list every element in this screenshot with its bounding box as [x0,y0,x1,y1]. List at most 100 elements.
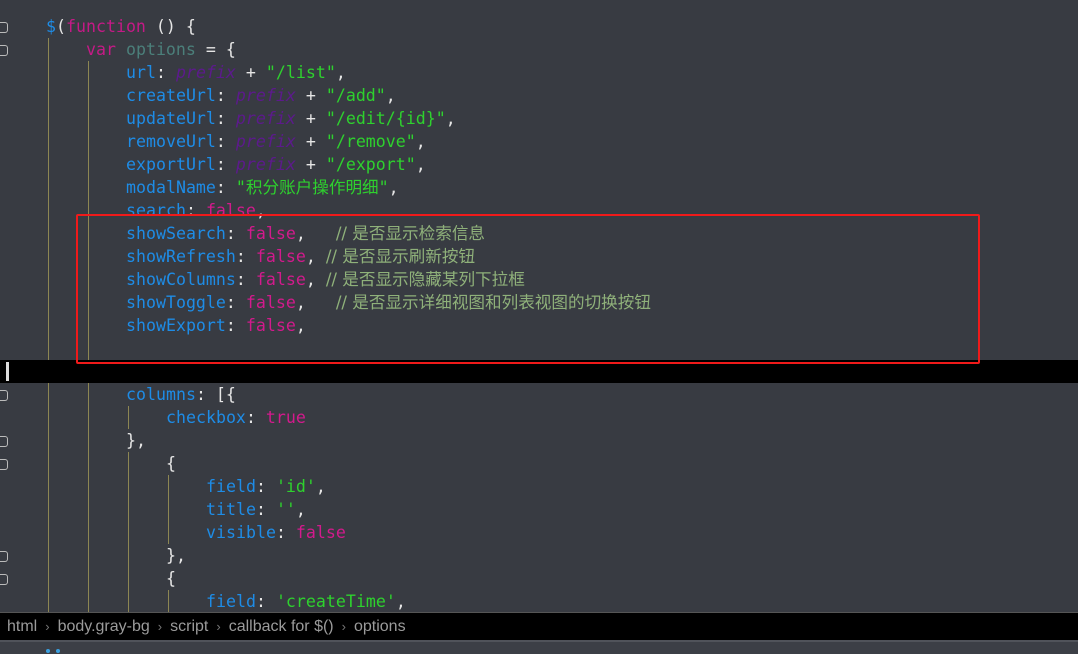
breadcrumb-item[interactable]: callback for $() [229,618,334,635]
indent-guide [48,107,49,130]
token-punctuation: , [315,477,326,496]
indent-guide [88,107,89,130]
token-property: createUrl [126,86,216,105]
breadcrumb-item[interactable]: options [354,618,406,635]
fold-icon[interactable] [0,436,8,447]
fold-icon[interactable] [0,459,8,470]
code-line[interactable]: showColumns: false, // 是否显示隐藏某列下拉框 [0,268,1078,291]
token-variable: prefix [175,63,236,82]
fold-icon[interactable] [0,390,8,401]
fold-icon[interactable] [0,551,8,562]
indent-guide [168,475,169,498]
code-line[interactable]: showRefresh: false, // 是否显示刷新按钮 [0,245,1078,268]
token-literal: false [205,201,256,220]
indent-guide [48,61,49,84]
token-property: visible [206,523,276,542]
code-line[interactable]: }, [0,429,1078,452]
token-punctuation: , [295,293,336,312]
code-line[interactable]: { [0,452,1078,475]
token-punctuation: , [415,155,426,174]
code-line[interactable]: { [0,567,1078,590]
breadcrumb: html › body.gray-bg › script › callback for $(… [0,612,1078,640]
code-line[interactable]: field: 'id', [0,475,1078,498]
code-editor[interactable]: $(function () {var options = {url: prefi… [0,0,1078,612]
code-text: removeUrl: prefix + "/remove", [126,130,426,153]
indent-guide [88,314,89,337]
code-line[interactable]: visible: false [0,521,1078,544]
token-property: columns [126,385,196,404]
indent-guide [88,590,89,612]
token-property: showRefresh [126,247,236,266]
token-string: "/export" [325,155,416,174]
indent-guide [48,314,49,337]
code-text: checkbox: true [166,406,306,429]
token-punctuation: : [235,270,256,289]
code-line[interactable]: updateUrl: prefix + "/edit/{id}", [0,107,1078,130]
code-line[interactable]: search: false, [0,199,1078,222]
token-property: url [126,63,156,82]
indent-guide [48,199,49,222]
code-text: columns: [{ [126,383,236,406]
token-punctuation: ( [56,17,66,36]
code-line[interactable]: field: 'createTime', [0,590,1078,612]
indent-guide [48,268,49,291]
token-punctuation: , [305,247,326,266]
token-punctuation: () { [145,17,196,36]
token-punctuation: , [388,178,399,197]
token-keyword: function [66,17,146,36]
token-punctuation: : [155,63,176,82]
token-comment: // 是否显示隐藏某列下拉框 [325,270,525,289]
code-line[interactable]: title: '', [0,498,1078,521]
breadcrumb-item[interactable]: body.gray-bg [58,618,150,635]
indent-guide [168,498,169,521]
code-line[interactable]: var options = { [0,38,1078,61]
token-punctuation: : [255,500,276,519]
token-property: exportUrl [126,155,216,174]
token-punctuation: : [225,316,246,335]
code-text: }, [166,544,186,567]
code-text: showRefresh: false, // 是否显示刷新按钮 [126,245,475,268]
code-text: { [166,567,176,590]
indent-guide [48,429,49,452]
breadcrumb-item[interactable]: script [170,618,208,635]
code-line[interactable]: showToggle: false, // 是否显示详细视图和列表视图的切换按钮 [0,291,1078,314]
breadcrumb-item[interactable]: html [7,618,37,635]
token-literal: false [295,523,346,542]
code-line[interactable]: url: prefix + "/list", [0,61,1078,84]
indent-guide [48,567,49,590]
code-line[interactable]: showExport: false, [0,314,1078,337]
token-punctuation: , [295,500,306,519]
token-punctuation: = { [195,40,236,59]
token-punctuation: + [235,63,266,82]
status-icon [46,649,50,653]
code-text: field: 'createTime', [206,590,406,612]
code-line[interactable]: exportUrl: prefix + "/export", [0,153,1078,176]
indent-guide [88,153,89,176]
token-comment: // 是否显示详细视图和列表视图的切换按钮 [335,293,651,312]
indent-guide [48,84,49,107]
fold-icon[interactable] [0,574,8,585]
token-literal: false [245,293,296,312]
current-line[interactable] [0,360,1078,383]
code-line[interactable]: }, [0,544,1078,567]
code-line[interactable]: removeUrl: prefix + "/remove", [0,130,1078,153]
code-text: field: 'id', [206,475,326,498]
code-line[interactable]: checkbox: true [0,406,1078,429]
code-line[interactable]: createUrl: prefix + "/add", [0,84,1078,107]
token-punctuation: : [{ [195,385,236,404]
code-line[interactable]: showSearch: false, // 是否显示检索信息 [0,222,1078,245]
token-punctuation: + [295,132,326,151]
token-property: title [206,500,256,519]
code-line[interactable]: $(function () { [0,15,1078,38]
code-line[interactable]: columns: [{ [0,383,1078,406]
code-line[interactable]: modalName: "积分账户操作明细", [0,176,1078,199]
token-string: "积分账户操作明细" [235,178,389,197]
code-text: title: '', [206,498,306,521]
indent-guide [88,498,89,521]
code-line[interactable] [0,337,1078,360]
token-keyword: var [86,40,126,59]
indent-guide [128,590,129,612]
fold-icon[interactable] [0,45,8,56]
fold-icon[interactable] [0,22,8,33]
token-string: "/add" [325,86,386,105]
